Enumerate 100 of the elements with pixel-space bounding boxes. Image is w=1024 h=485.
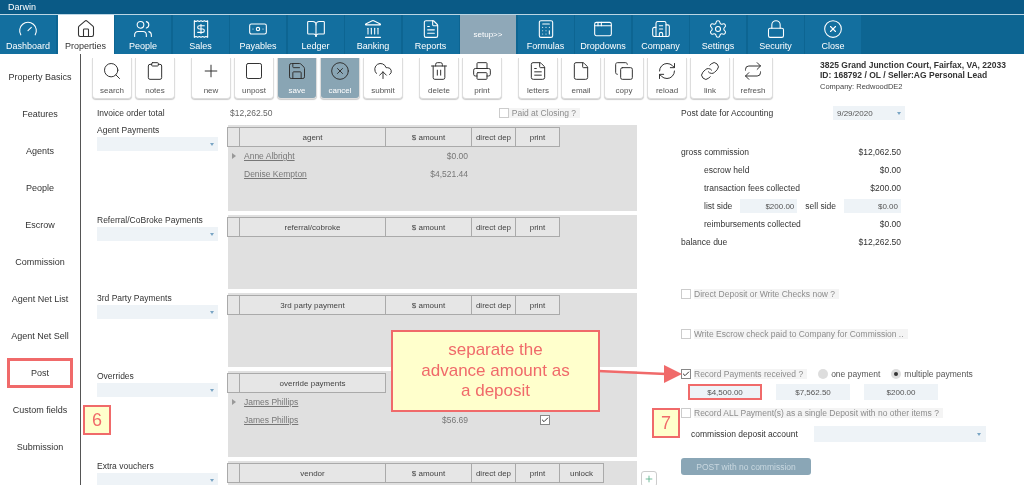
payment-amount-field[interactable]: $200.00	[864, 384, 938, 400]
dropdown[interactable]	[97, 227, 218, 241]
summary-label: balance due	[681, 237, 728, 247]
sidebar-item[interactable]: Agent Net Sell	[1, 318, 79, 354]
sidebar-item[interactable]: Custom fields	[1, 392, 79, 428]
payment-amount-field[interactable]: $4,500.00	[688, 384, 762, 400]
column-header: direct dep	[471, 463, 516, 483]
toolbar-button[interactable]: print	[462, 58, 502, 99]
caret-icon	[210, 388, 214, 392]
payee-link[interactable]: James Phillips	[240, 397, 386, 407]
sidebar-item[interactable]: Escrow	[1, 207, 79, 243]
expand-arrow-icon[interactable]	[232, 153, 236, 159]
column-header: print	[515, 217, 560, 237]
nav-tab[interactable]: Ledger	[287, 15, 344, 54]
radio-label: one payment	[831, 369, 881, 379]
checkbox[interactable]	[681, 408, 691, 418]
toolbar-button[interactable]: copy	[604, 58, 644, 99]
nav-tab[interactable]: Formulas	[517, 15, 574, 54]
summary-value: $0.00	[879, 219, 901, 229]
sidebar-item[interactable]: Agents	[1, 133, 79, 169]
toolbar-button[interactable]: link	[690, 58, 730, 99]
document-icon	[571, 61, 591, 81]
summary-value: $200.00	[870, 183, 901, 193]
toolbar-button[interactable]: new	[191, 58, 231, 99]
field-label: commission deposit account	[691, 429, 799, 439]
amount-cell-text: $4,521.44	[429, 169, 469, 179]
payee-link[interactable]: Denise Kempton	[240, 169, 386, 179]
amount-cell-text: $0.00	[445, 151, 469, 161]
sidebar-item[interactable]: Features	[1, 96, 79, 132]
column-header: direct dep	[471, 217, 516, 237]
checkbox[interactable]	[681, 369, 691, 379]
nav-tab[interactable]: Properties	[57, 15, 114, 54]
nav-tab[interactable]: Sales	[172, 15, 229, 54]
toolbar-button[interactable]: reload	[647, 58, 687, 99]
column-header: override payments	[239, 373, 386, 393]
expand-arrow-icon[interactable]	[232, 399, 236, 405]
nav-tab[interactable]: Dropdowns	[575, 15, 631, 54]
summary-value: $0.00	[879, 165, 901, 175]
sidebar-item[interactable]: Property Basics	[1, 59, 79, 95]
payee-link[interactable]: James Phillips	[240, 415, 386, 425]
dropdown[interactable]	[97, 137, 218, 151]
nav-tab[interactable]: People	[115, 15, 171, 54]
nav-tab[interactable]: Dashboard	[0, 15, 56, 54]
payee-link[interactable]: Anne Albright	[240, 151, 386, 161]
radio-label: multiple payments	[904, 369, 973, 379]
caret-icon	[210, 142, 214, 146]
toolbar-button[interactable]: email	[561, 58, 601, 99]
sidebar-item[interactable]: Submission	[1, 429, 79, 465]
column-header: agent	[239, 127, 386, 147]
link-icon	[700, 61, 720, 81]
refresh-icon	[657, 61, 677, 81]
nav-tab[interactable]: Settings	[690, 15, 746, 54]
add-icon[interactable]	[641, 471, 657, 485]
nav-tab[interactable]: Payables	[230, 15, 286, 54]
dropdown[interactable]	[97, 383, 218, 397]
checkbox[interactable]	[681, 289, 691, 299]
nav-tab[interactable]: Close	[805, 15, 861, 54]
toolbar-button[interactable]: refresh	[733, 58, 773, 99]
bank-icon	[363, 19, 383, 39]
summary-label: list side	[704, 201, 733, 211]
toolbar-button[interactable]: notes	[135, 58, 175, 99]
sidebar-item[interactable]: Post	[7, 358, 73, 388]
checkbox[interactable]	[498, 108, 509, 118]
payment-amount-field[interactable]: $7,562.50	[776, 384, 850, 400]
caret-icon	[210, 232, 214, 236]
book-icon	[305, 19, 326, 39]
toolbar-button[interactable]: search	[92, 58, 132, 99]
radio-button[interactable]	[891, 369, 902, 379]
dropdown[interactable]	[97, 473, 218, 485]
toolbar-button[interactable]: delete	[419, 58, 459, 99]
caret-icon	[210, 310, 214, 314]
list-side-field[interactable]: $200.00	[740, 199, 798, 213]
sidebar-item[interactable]: People	[1, 170, 79, 206]
radio-button[interactable]	[818, 369, 829, 379]
sidebar-item[interactable]: Agent Net List	[1, 281, 79, 317]
date-field[interactable]: 9/29/2020	[833, 106, 905, 120]
summary-label: transaction fees collected	[704, 183, 800, 193]
lock-icon	[765, 19, 786, 39]
caret-icon	[977, 432, 981, 436]
toolbar-button[interactable]: letters	[518, 58, 558, 99]
nav-tab[interactable]: Company	[632, 15, 689, 54]
trash-icon	[429, 61, 449, 81]
checkbox[interactable]	[540, 415, 550, 425]
section-label: Referral/CoBroke Payments	[97, 215, 204, 225]
building-icon	[650, 19, 671, 39]
step-badge: 7	[652, 408, 680, 438]
column-header: $ amount	[385, 295, 472, 315]
nav-tab[interactable]: Security	[747, 15, 804, 54]
dropdown[interactable]	[97, 305, 218, 319]
sidebar-item[interactable]: Commission	[1, 244, 79, 280]
sell-side-field[interactable]: $0.00	[843, 199, 901, 213]
toolbar-button[interactable]: submit	[363, 58, 403, 99]
checkbox[interactable]	[681, 329, 691, 339]
nav-tab[interactable]: Reports	[402, 15, 459, 54]
toolbar-button[interactable]: unpost	[234, 58, 274, 99]
field-label: Post date for Accounting	[681, 108, 775, 118]
caret-icon	[897, 111, 901, 115]
cloud-upload-icon	[373, 61, 393, 81]
account-dropdown[interactable]	[814, 426, 986, 442]
nav-tab[interactable]: Banking	[345, 15, 401, 54]
